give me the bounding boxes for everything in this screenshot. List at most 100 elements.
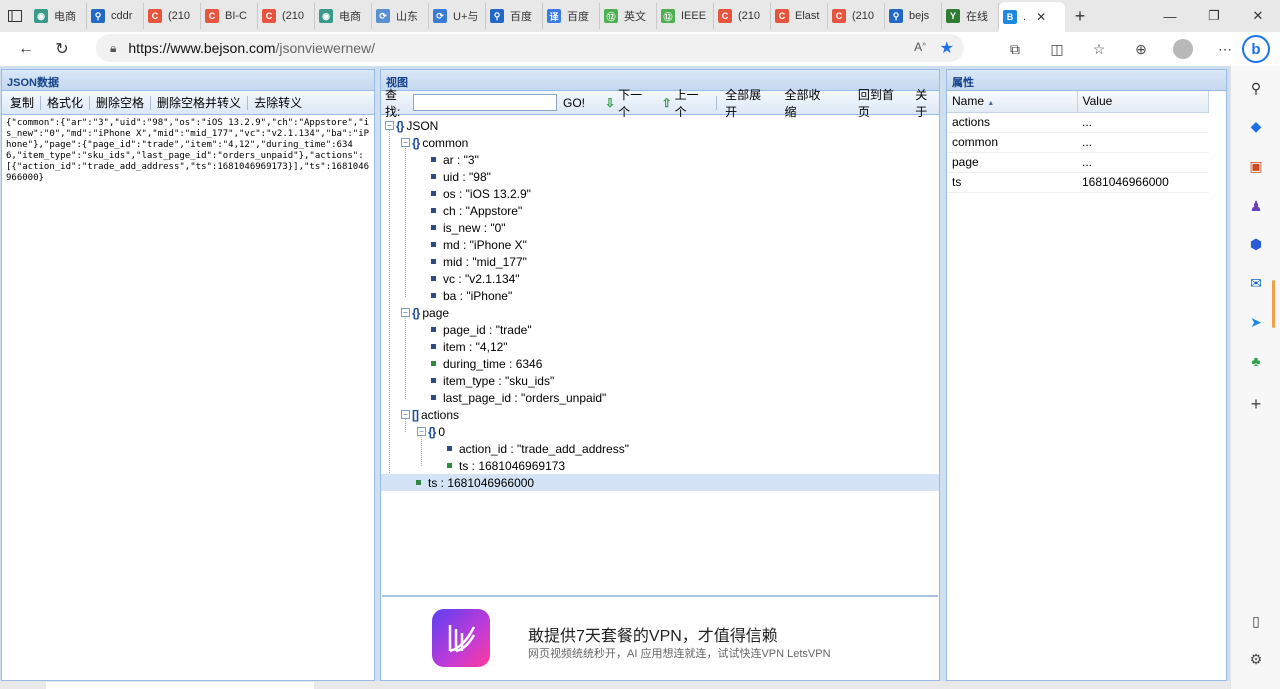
favorite-star-icon[interactable]: ★	[940, 38, 954, 58]
more-menu-icon[interactable]: ⋯	[1204, 34, 1246, 64]
collapse-toggle-icon[interactable]: −	[417, 427, 426, 436]
tree-leaf[interactable]: last_page_id : "orders_unpaid"	[381, 389, 939, 406]
tree-leaf[interactable]: action_id : "trade_add_address"	[381, 440, 939, 457]
collapse-toggle-icon[interactable]: −	[401, 308, 410, 317]
taskbar-item[interactable]	[46, 682, 314, 689]
add-icon[interactable]: +	[1246, 394, 1266, 414]
table-row[interactable]: actions...	[947, 112, 1209, 133]
tree-icon[interactable]: ♣	[1246, 351, 1266, 371]
browser-tab[interactable]: C Elast	[771, 3, 828, 29]
games-icon[interactable]: ♟	[1246, 196, 1266, 216]
remove-spaces-button[interactable]: 删除空格	[90, 94, 150, 111]
sort-asc-icon: ▲	[987, 100, 995, 108]
browser-tab[interactable]: ⚲ bejs	[885, 3, 942, 29]
split-screen-icon[interactable]: ◫	[1036, 34, 1078, 64]
close-window-button[interactable]: ✕	[1236, 0, 1280, 32]
tree-leaf[interactable]: ch : "Appstore"	[381, 202, 939, 219]
tree-leaf[interactable]: os : "iOS 13.2.9"	[381, 185, 939, 202]
tree-leaf[interactable]: md : "iPhone X"	[381, 236, 939, 253]
tree-leaf-selected[interactable]: ts : 1681046966000	[381, 474, 939, 491]
remove-spaces-escape-button[interactable]: 删除空格并转义	[151, 94, 247, 111]
prop-value: ...	[1077, 112, 1209, 133]
browser-tab[interactable]: ⟳ 山东	[372, 3, 429, 29]
browser-tab[interactable]: ⚲ cddr	[87, 3, 144, 29]
prev-arrow-icon[interactable]: ⇧	[662, 96, 672, 110]
browser-tab[interactable]: ⑫ IEEE	[657, 3, 714, 29]
tree-leaf[interactable]: is_new : "0"	[381, 219, 939, 236]
browser-tab-label: 百度	[510, 11, 532, 23]
tree-leaf[interactable]: ar : "3"	[381, 151, 939, 168]
favorites-icon[interactable]: ☆	[1078, 34, 1120, 64]
collapse-toggle-icon[interactable]: −	[401, 410, 410, 419]
collapse-toggle-icon[interactable]: −	[385, 121, 394, 130]
address-bar[interactable]: 🔒︎ https://www.bejson.com/jsonviewernew/…	[96, 34, 964, 62]
next-arrow-icon[interactable]: ⇩	[605, 96, 615, 110]
tree-leaf[interactable]: ba : "iPhone"	[381, 287, 939, 304]
tree-node-actions-0[interactable]: − {} 0	[381, 423, 939, 440]
browser-tab[interactable]: ⟳ U+与	[429, 3, 486, 29]
maximize-button[interactable]: ❐	[1192, 0, 1236, 32]
collapse-toggle-icon[interactable]: −	[401, 138, 410, 147]
table-row[interactable]: page...	[947, 152, 1209, 173]
tab-actions-icon[interactable]	[0, 0, 30, 32]
tree-node-page[interactable]: − {} page	[381, 304, 939, 321]
minimize-button[interactable]: —	[1148, 0, 1192, 32]
new-tab-button[interactable]: +	[1065, 0, 1095, 32]
tree-leaf[interactable]: ts : 1681046969173	[381, 457, 939, 474]
value-column-header[interactable]: Value	[1077, 91, 1209, 113]
json-text-area[interactable]: {"common":{"ar":"3","uid":"98","os":"iOS…	[2, 115, 374, 187]
tree-node-common[interactable]: − {} common	[381, 134, 939, 151]
close-tab-icon[interactable]: ✕	[1036, 10, 1046, 24]
browser-tab[interactable]: ◉ 电商	[30, 3, 87, 29]
collections-icon[interactable]: ⊕	[1120, 34, 1162, 64]
vpn-advertisement[interactable]: 敢提供7天套餐的VPN，才值得信赖 网页视频统统秒开，AI 应用想连就连，试试快…	[382, 595, 938, 679]
profile-avatar[interactable]	[1162, 34, 1204, 64]
browser-tab[interactable]: 译百度	[543, 3, 600, 29]
format-button[interactable]: 格式化	[41, 94, 89, 111]
json-viewer-app: JSON数据 复制 格式化 删除空格 删除空格并转义 去除转义 {"common…	[0, 66, 1230, 689]
tree-leaf[interactable]: item_type : "sku_ids"	[381, 372, 939, 389]
search-input[interactable]	[412, 94, 557, 111]
settings-gear-icon[interactable]: ⚙	[1246, 649, 1266, 669]
tree-leaf-label: is_new : "0"	[443, 220, 506, 235]
tree-leaf[interactable]: item : "4,12"	[381, 338, 939, 355]
extensions-icon[interactable]: ⧉	[994, 34, 1036, 64]
table-row[interactable]: ts 1681046966000	[947, 172, 1209, 193]
copy-button[interactable]: 复制	[4, 94, 40, 111]
unescape-button[interactable]: 去除转义	[248, 94, 308, 111]
name-column-header[interactable]: Name ▲	[947, 91, 1078, 113]
browser-tab[interactable]: C BI-C	[201, 3, 258, 29]
browser-tab[interactable]: C (210	[144, 3, 201, 29]
tree-leaf[interactable]: uid : "98"	[381, 168, 939, 185]
tree-node-root[interactable]: − {} JSON	[381, 117, 939, 134]
browser-tab[interactable]: C (210	[714, 3, 771, 29]
browser-tab[interactable]: Y 在线	[942, 3, 999, 29]
tree-leaf[interactable]: during_time : 6346	[381, 355, 939, 372]
browser-tab[interactable]: C (210	[828, 3, 885, 29]
sidebar-layout-icon[interactable]: ▯	[1246, 611, 1266, 631]
browser-tab[interactable]: ⑫ 英文	[600, 3, 657, 29]
shopping-tag-icon[interactable]: ◆	[1246, 116, 1266, 136]
browser-tab[interactable]: ⚲ 百度	[486, 3, 543, 29]
back-button[interactable]: ←	[8, 34, 44, 64]
browser-tab[interactable]: B. ✕	[999, 2, 1065, 32]
read-aloud-icon[interactable]: A»	[914, 40, 926, 54]
sidebar-scrollbar[interactable]	[1272, 280, 1275, 328]
tree-node-actions[interactable]: − [] actions	[381, 406, 939, 423]
refresh-button[interactable]: ↻	[44, 34, 80, 64]
tree-leaf[interactable]: vc : "v2.1.134"	[381, 270, 939, 287]
search-icon[interactable]: ⚲	[1246, 78, 1266, 98]
send-icon[interactable]: ➤	[1246, 312, 1266, 332]
tree-leaf[interactable]: mid : "mid_177"	[381, 253, 939, 270]
toolbox-icon[interactable]: ▣	[1246, 156, 1266, 176]
bing-copilot-icon[interactable]: b	[1242, 35, 1270, 63]
table-row[interactable]: common...	[947, 132, 1209, 153]
browser-tab[interactable]: C (210	[258, 3, 315, 29]
office-icon[interactable]: ⬢	[1246, 234, 1266, 254]
view-panel-title: 视图	[381, 70, 939, 91]
letsvpn-logo-icon	[432, 609, 490, 667]
browser-tab[interactable]: ◉ 电商	[315, 3, 372, 29]
tree-leaf[interactable]: page_id : "trade"	[381, 321, 939, 338]
go-button[interactable]: GO!	[563, 96, 585, 110]
outlook-icon[interactable]: ✉	[1246, 273, 1266, 293]
